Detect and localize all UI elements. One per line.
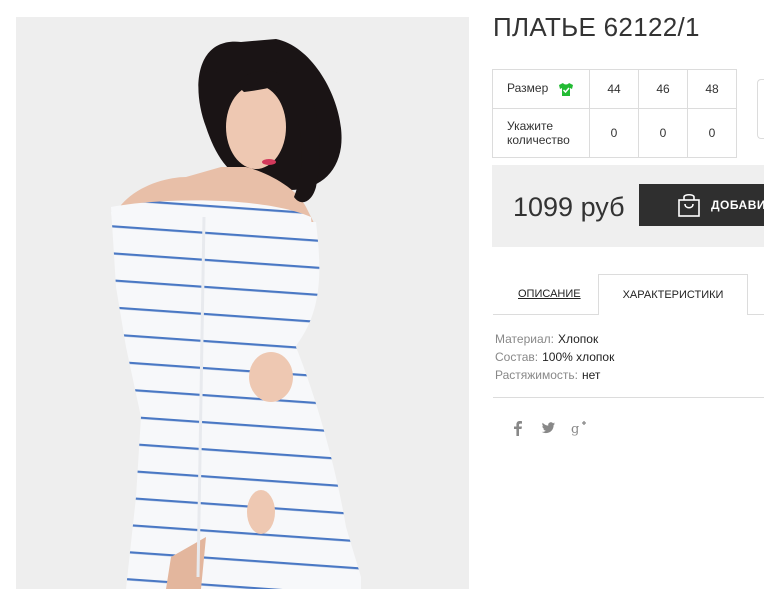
- twitter-icon[interactable]: [538, 418, 558, 438]
- product-tabs: ОПИСАНИЕ ХАРАКТЕРИСТИКИ: [493, 274, 764, 315]
- size-row: Размер 44 46 48: [492, 69, 737, 109]
- specs-list: Материал: Хлопок Состав: 100% хлопок Растя…: [495, 330, 614, 384]
- facebook-icon[interactable]: [508, 418, 528, 438]
- spec-value: нет: [582, 368, 601, 382]
- tshirt-icon[interactable]: [558, 82, 574, 97]
- spec-material: Материал: Хлопок: [495, 330, 614, 348]
- buy-box: 1099 руб ДОБАВИТ: [492, 165, 764, 247]
- size-label-cell: Размер: [492, 69, 590, 109]
- product-image[interactable]: [16, 17, 469, 589]
- quantity-44[interactable]: 0: [589, 108, 639, 158]
- spec-value: 100% хлопок: [542, 350, 615, 364]
- tabs-divider-gap: [599, 314, 747, 315]
- spec-composition: Состав: 100% хлопок: [495, 348, 614, 366]
- add-to-cart-label: ДОБАВИТ: [711, 198, 764, 212]
- add-to-cart-button[interactable]: ДОБАВИТ: [639, 184, 764, 226]
- google-plus-icon[interactable]: g: [570, 418, 590, 438]
- tab-characteristics[interactable]: ХАРАКТЕРИСТИКИ: [598, 274, 748, 315]
- size-table: Размер 44 46 48 Укажите количество 0 0 0: [492, 69, 737, 158]
- quantity-row: Укажите количество 0 0 0: [492, 108, 737, 158]
- product-title: ПЛАТЬЕ 62122/1: [493, 12, 700, 42]
- model-illustration: [111, 39, 361, 589]
- spec-name: Растяжимость:: [495, 368, 579, 382]
- divider: [493, 397, 764, 398]
- quantity-48[interactable]: 0: [687, 108, 737, 158]
- shopping-bag-icon: [678, 193, 700, 217]
- size-46[interactable]: 46: [638, 69, 688, 109]
- size-chart-edge[interactable]: [757, 79, 764, 139]
- spec-name: Состав:: [495, 350, 539, 364]
- price: 1099 руб: [513, 192, 625, 222]
- size-label: Размер: [507, 81, 549, 96]
- size-44[interactable]: 44: [589, 69, 639, 109]
- tab-description[interactable]: ОПИСАНИЕ: [518, 288, 581, 300]
- quantity-46[interactable]: 0: [638, 108, 688, 158]
- size-48[interactable]: 48: [687, 69, 737, 109]
- svg-text:g: g: [571, 422, 579, 437]
- spec-value: Хлопок: [557, 332, 599, 346]
- spec-name: Материал:: [495, 332, 554, 346]
- quantity-label: Укажите количество: [492, 108, 590, 158]
- spec-stretch: Растяжимость: нет: [495, 366, 614, 384]
